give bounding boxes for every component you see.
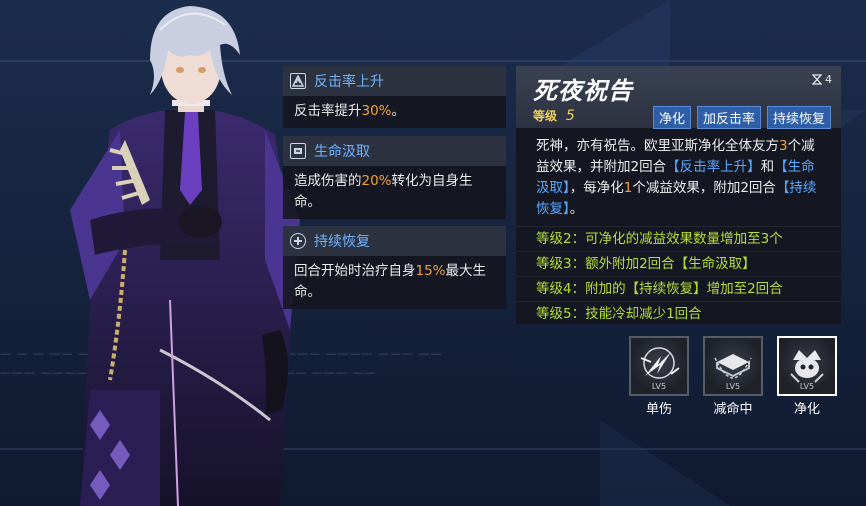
buff-card-counter-rate: 反击率上升 反击率提升30%。 <box>283 66 506 128</box>
text-segment: 造成伤害的 <box>294 173 362 189</box>
level-upgrade-line: 等级4：附加的【持续恢复】增加至2回合 <box>516 276 841 301</box>
text-segment: 个减益效果，附加2回合 <box>632 180 776 196</box>
skill-level-badge: LV5 <box>725 382 741 391</box>
text-segment: 反击率提升 <box>294 103 362 119</box>
skill-level: 等级 5 <box>533 107 575 124</box>
skill-slot-single-damage[interactable]: LV5 单伤 <box>629 336 689 417</box>
skill-header: 死夜祝告 4 等级 5 净化 加反击率 持续恢复 <box>516 66 841 129</box>
buff-title: 持续恢复 <box>314 234 370 250</box>
text-segment: 死神，亦有祝告。欧里亚斯净化全体友方 <box>536 138 779 154</box>
skill-slot-reduce-accuracy[interactable]: LV5 减命中 <box>703 336 763 417</box>
buff-description: 反击率提升30%。 <box>283 96 506 128</box>
skill-tag: 加反击率 <box>696 106 761 129</box>
character-portrait <box>70 6 300 506</box>
highlight-text: 30% <box>361 103 392 119</box>
lifesteal-icon <box>290 143 306 159</box>
highlight-text: 20% <box>361 173 392 189</box>
buff-card-lifesteal: 生命汲取 造成伤害的20%转化为自身生命。 <box>283 136 506 219</box>
skill-tag: 净化 <box>652 106 691 129</box>
skill-level-badge: LV5 <box>799 382 815 391</box>
skill-cooldown: 4 <box>812 73 832 86</box>
skill-slot-purify[interactable]: LV5 净化 <box>777 336 837 417</box>
buff-title: 反击率上升 <box>314 74 384 90</box>
level-value: 5 <box>565 108 575 124</box>
regen-icon <box>290 233 306 249</box>
buff-card-regen: 持续恢复 回合开始时治疗自身15%最大生命。 <box>283 226 506 309</box>
skill-tags: 净化 加反击率 持续恢复 <box>652 106 831 129</box>
skill-level-badge: LV5 <box>651 382 667 391</box>
skill-name: 死夜祝告 <box>533 77 633 105</box>
skill-detail-panel: 死夜祝告 4 等级 5 净化 加反击率 持续恢复 死神，亦有祝告。欧里亚斯净化全… <box>516 66 841 324</box>
cooldown-value: 4 <box>825 73 832 86</box>
skill-label: 单伤 <box>645 402 672 417</box>
level-upgrade-line: 等级2：可净化的减益效果数量增加至3个 <box>516 226 841 251</box>
skill-label: 净化 <box>793 402 820 417</box>
level-label: 等级 <box>533 109 558 123</box>
hourglass-icon <box>812 74 822 85</box>
counter-rate-icon <box>290 73 306 89</box>
level-upgrade-line: 等级3：额外附加2回合【生命汲取】 <box>516 251 841 276</box>
text-segment: ，每净化 <box>569 180 624 196</box>
skill-tag: 持续恢复 <box>766 106 831 129</box>
highlight-text: 【反击率上升】 <box>666 159 761 175</box>
buff-description: 回合开始时治疗自身15%最大生命。 <box>283 256 506 309</box>
text-segment: 和 <box>760 159 775 175</box>
text-segment: 回合开始时治疗自身 <box>294 263 416 279</box>
highlight-text: 15% <box>415 263 446 279</box>
text-segment: 。 <box>569 201 584 217</box>
buff-title: 生命汲取 <box>314 144 370 160</box>
text-segment: 。 <box>391 103 406 119</box>
skill-description: 死神，亦有祝告。欧里亚斯净化全体友方3个减益效果，并附加2回合【反击率上升】和【… <box>516 128 841 226</box>
highlight-text: 3 <box>779 138 788 154</box>
level-upgrade-line: 等级5：技能冷却减少1回合 <box>516 301 841 326</box>
buff-description: 造成伤害的20%转化为自身生命。 <box>283 166 506 219</box>
skill-label: 减命中 <box>713 402 753 417</box>
